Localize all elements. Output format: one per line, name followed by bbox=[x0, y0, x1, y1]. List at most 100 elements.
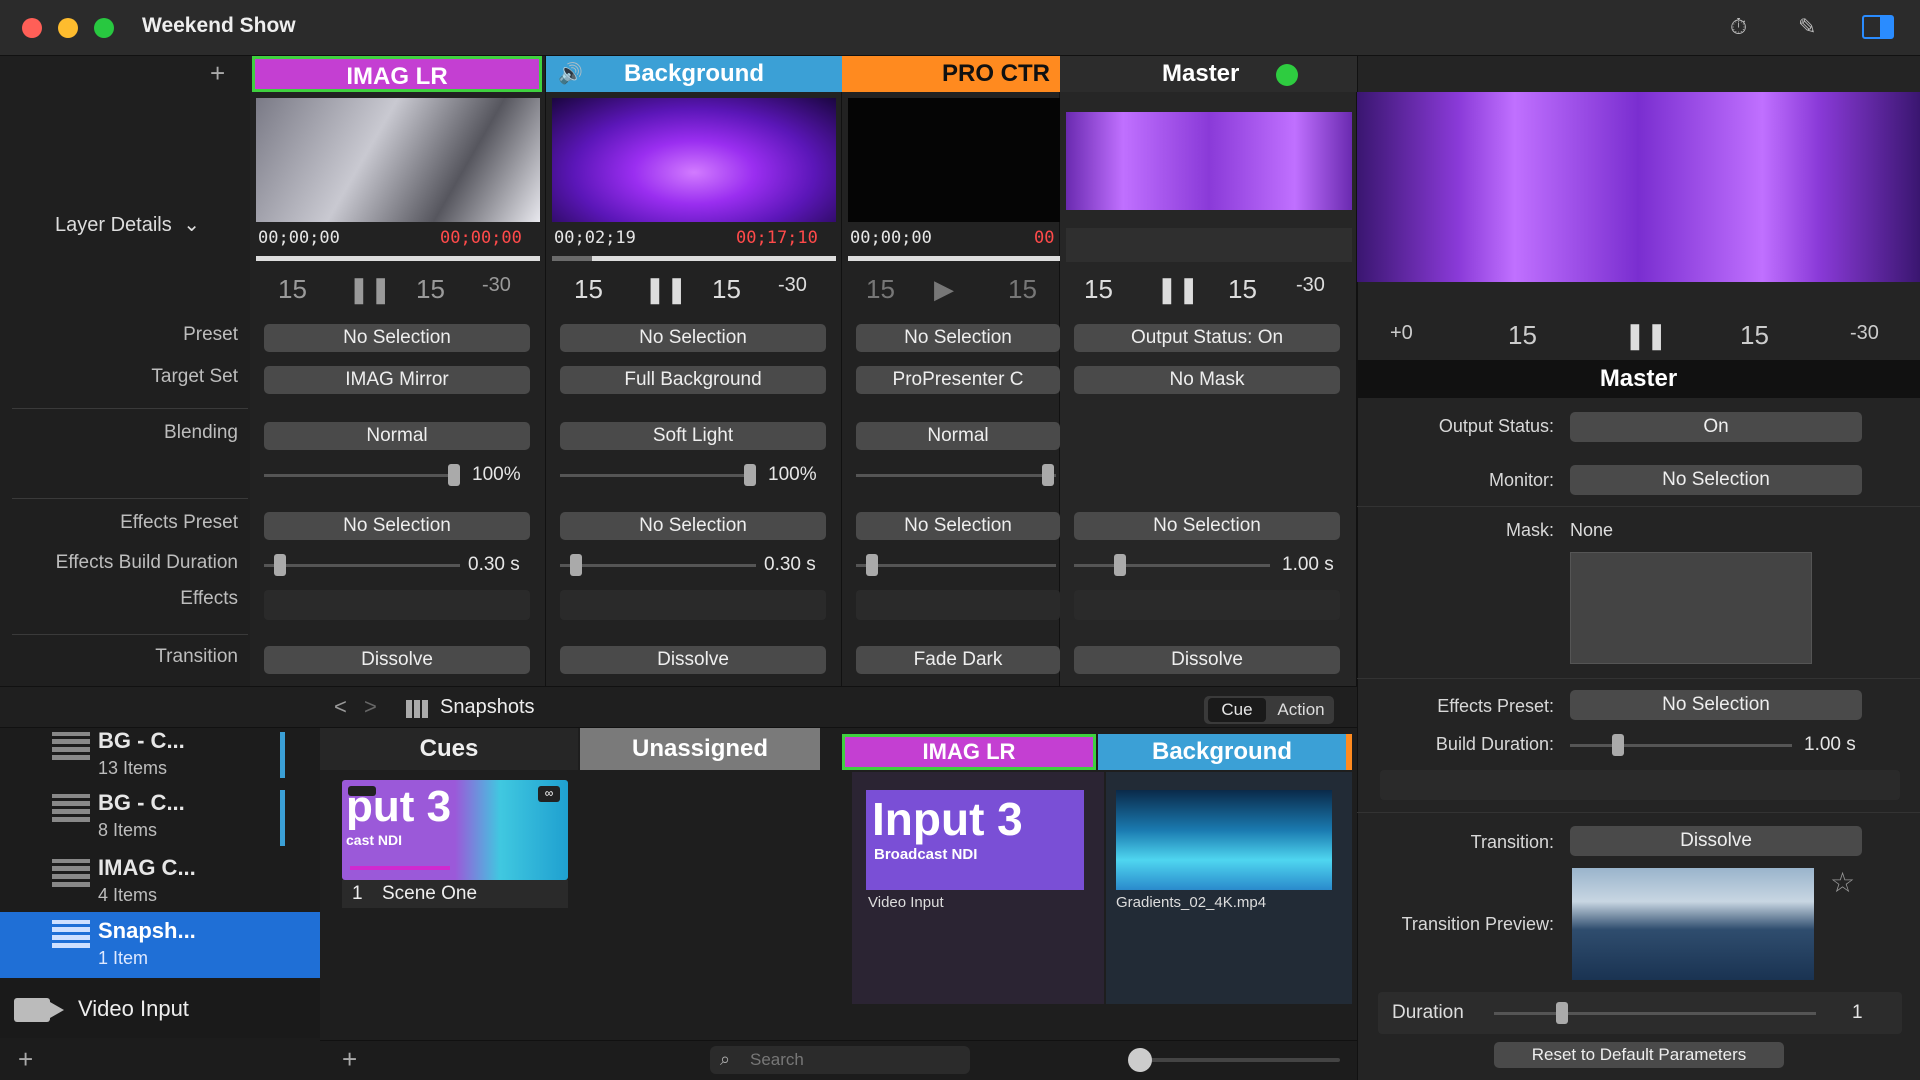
tab-background[interactable]: Background bbox=[1098, 734, 1352, 770]
layer-details-menu[interactable]: Layer Details ⌄ bbox=[55, 212, 200, 237]
duration-slider-track[interactable] bbox=[1494, 1012, 1816, 1015]
rewind-15-icon[interactable]: 15 bbox=[1084, 274, 1113, 305]
add-layer-button[interactable]: + bbox=[210, 58, 225, 89]
zoom-window-button[interactable] bbox=[94, 18, 114, 38]
tab-unassigned[interactable]: Unassigned bbox=[580, 728, 820, 770]
rewind-15-icon[interactable]: 15 bbox=[574, 274, 603, 305]
build-duration-slider-track[interactable] bbox=[856, 564, 1056, 567]
minimize-window-button[interactable] bbox=[58, 18, 78, 38]
opacity-slider-knob[interactable] bbox=[744, 464, 756, 486]
timer-icon[interactable]: ⏱ bbox=[1730, 14, 1747, 40]
effects-list-field[interactable] bbox=[1380, 770, 1900, 800]
effects-list-field[interactable] bbox=[1074, 590, 1340, 620]
video-input-item[interactable]: Video Input bbox=[0, 978, 320, 1038]
cue-label-bar[interactable]: 1 Scene One bbox=[342, 880, 568, 908]
add-playlist-button[interactable]: + bbox=[18, 1044, 33, 1075]
opacity-slider-track[interactable] bbox=[856, 474, 1056, 477]
reset-defaults-button[interactable]: Reset to Default Parameters bbox=[1494, 1042, 1784, 1068]
forward-15-icon[interactable]: 15 bbox=[1228, 274, 1257, 305]
breadcrumb[interactable]: Snapshots bbox=[440, 696, 535, 719]
build-duration-slider-track[interactable] bbox=[560, 564, 756, 567]
playback-progress-bar[interactable] bbox=[848, 256, 1060, 261]
opacity-slider-knob[interactable] bbox=[448, 464, 460, 486]
build-duration-slider-track[interactable] bbox=[264, 564, 460, 567]
skip-to-end-icon[interactable]: -30 bbox=[482, 274, 511, 297]
more-options-icon[interactable] bbox=[348, 786, 376, 796]
blending-mode-dropdown[interactable]: Soft Light bbox=[560, 422, 826, 450]
thumbnail-size-slider-knob[interactable] bbox=[1128, 1048, 1152, 1072]
playlist-item[interactable]: BG - C... 13 Items bbox=[0, 728, 320, 792]
nav-forward-button[interactable]: > bbox=[364, 694, 377, 720]
toggle-inspector-icon[interactable] bbox=[1862, 15, 1894, 39]
target-set-dropdown[interactable]: IMAG Mirror bbox=[264, 366, 530, 394]
skip-to-end-icon[interactable]: -30 bbox=[778, 274, 807, 297]
rewind-15-icon[interactable]: 15 bbox=[1508, 320, 1537, 351]
preset-dropdown[interactable]: No Selection bbox=[560, 324, 826, 352]
skip-to-end-icon[interactable]: -30 bbox=[1296, 274, 1325, 297]
opacity-slider-knob[interactable] bbox=[1042, 464, 1054, 486]
tab-imag-lr[interactable]: IMAG LR bbox=[842, 734, 1096, 770]
pause-icon[interactable]: ❚❚ bbox=[348, 274, 392, 305]
forward-15-icon[interactable]: 15 bbox=[1740, 320, 1769, 351]
layer-name-header[interactable]: 🔊 Background bbox=[546, 56, 842, 92]
build-duration-slider-knob[interactable] bbox=[1612, 734, 1624, 756]
playlist-item[interactable]: BG - C... 8 Items bbox=[0, 790, 320, 854]
transition-dropdown[interactable]: Dissolve bbox=[560, 646, 826, 674]
playback-progress-bar[interactable] bbox=[552, 256, 836, 261]
tab-cues[interactable]: Cues bbox=[320, 728, 578, 770]
transition-dropdown[interactable]: Fade Dark bbox=[856, 646, 1060, 674]
target-set-dropdown[interactable]: Full Background bbox=[560, 366, 826, 394]
effects-preset-dropdown[interactable]: No Selection bbox=[560, 512, 826, 540]
skip-to-end-icon[interactable]: -30 bbox=[1850, 322, 1879, 345]
target-set-dropdown[interactable]: ProPresenter C bbox=[856, 366, 1060, 394]
forward-15-icon[interactable]: 15 bbox=[1008, 274, 1037, 305]
rewind-15-icon[interactable]: 15 bbox=[278, 274, 307, 305]
output-status-toggle[interactable]: On bbox=[1570, 412, 1862, 442]
rewind-15-icon[interactable]: 15 bbox=[866, 274, 895, 305]
reset-to-zero-icon[interactable]: +0 bbox=[1390, 322, 1413, 345]
pencil-icon[interactable]: ✎ bbox=[1798, 14, 1816, 40]
close-window-button[interactable] bbox=[22, 18, 42, 38]
effects-preset-dropdown[interactable]: No Selection bbox=[264, 512, 530, 540]
playlist-item-selected[interactable]: Snapsh... 1 Item bbox=[0, 912, 320, 978]
effects-preset-dropdown[interactable]: No Selection bbox=[1570, 690, 1862, 720]
opacity-slider-track[interactable] bbox=[560, 474, 756, 477]
star-icon[interactable]: ☆ bbox=[1830, 866, 1855, 899]
blending-mode-dropdown[interactable]: Normal bbox=[264, 422, 530, 450]
build-duration-slider-knob[interactable] bbox=[1114, 554, 1126, 576]
effects-preset-dropdown[interactable]: No Selection bbox=[1074, 512, 1340, 540]
effects-list-field[interactable] bbox=[560, 590, 826, 620]
forward-15-icon[interactable]: 15 bbox=[712, 274, 741, 305]
add-cue-button[interactable]: + bbox=[342, 1044, 357, 1075]
blending-mode-dropdown[interactable]: Normal bbox=[856, 422, 1060, 450]
preset-dropdown[interactable]: No Selection bbox=[856, 324, 1060, 352]
mask-dropdown[interactable]: No Mask bbox=[1074, 366, 1340, 394]
media-thumbnail-gradients[interactable] bbox=[1116, 790, 1332, 890]
monitor-dropdown[interactable]: No Selection bbox=[1570, 465, 1862, 495]
nav-back-button[interactable]: < bbox=[334, 694, 347, 720]
pause-icon[interactable]: ❚❚ bbox=[644, 274, 688, 305]
search-input[interactable]: ⌕ Search bbox=[710, 1046, 970, 1074]
cue-thumbnail[interactable]: put 3 cast NDI ∞ bbox=[342, 780, 568, 880]
output-status-button[interactable]: Output Status: On bbox=[1074, 324, 1340, 352]
transition-dropdown[interactable]: Dissolve bbox=[1074, 646, 1340, 674]
layer-name-header[interactable]: IMAG LR bbox=[252, 56, 542, 92]
duration-slider-knob[interactable] bbox=[1556, 1002, 1568, 1024]
transition-dropdown[interactable]: Dissolve bbox=[264, 646, 530, 674]
transition-dropdown[interactable]: Dissolve bbox=[1570, 826, 1862, 856]
effects-list-field[interactable] bbox=[264, 590, 530, 620]
thumbnail-size-slider-track[interactable] bbox=[1140, 1058, 1340, 1062]
playlist-item[interactable]: IMAG C... 4 Items bbox=[0, 855, 320, 919]
effects-preset-dropdown[interactable]: No Selection bbox=[856, 512, 1060, 540]
mask-preview[interactable] bbox=[1570, 552, 1812, 664]
build-duration-slider-knob[interactable] bbox=[570, 554, 582, 576]
effects-list-field[interactable] bbox=[856, 590, 1060, 620]
layer-name-header[interactable]: PRO CTR bbox=[842, 56, 1060, 92]
segment-cue[interactable]: Cue bbox=[1208, 698, 1266, 722]
opacity-slider-track[interactable] bbox=[264, 474, 460, 477]
pause-icon[interactable]: ❚❚ bbox=[1624, 320, 1668, 351]
build-duration-slider-knob[interactable] bbox=[274, 554, 286, 576]
build-duration-slider-track[interactable] bbox=[1074, 564, 1270, 567]
build-duration-slider-knob[interactable] bbox=[866, 554, 878, 576]
playback-progress-bar[interactable] bbox=[256, 256, 540, 261]
